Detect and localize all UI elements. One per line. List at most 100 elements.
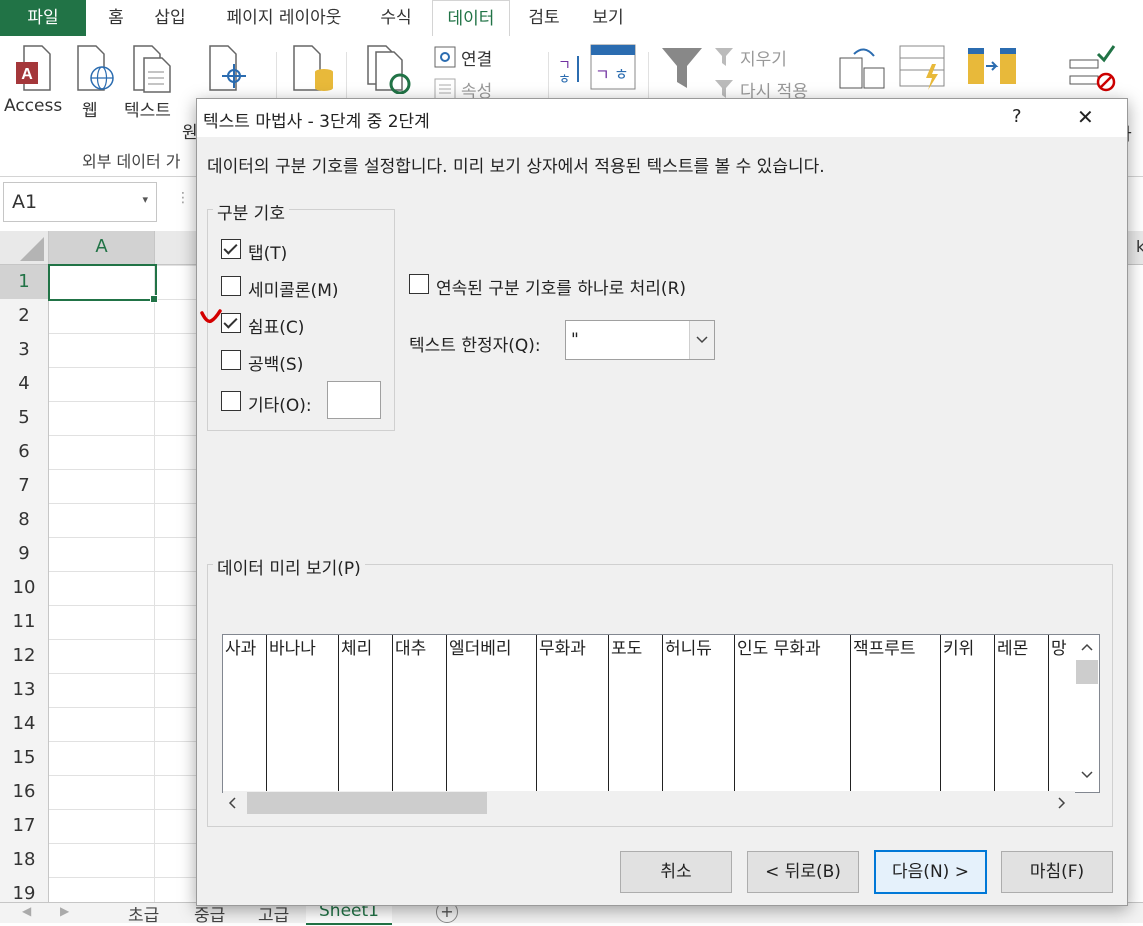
column-label: A xyxy=(95,236,108,257)
web-label[interactable]: 웹 xyxy=(82,96,98,121)
data-preview-label: 데이터 미리 보기(P) xyxy=(213,554,365,579)
web-icon[interactable] xyxy=(74,44,118,94)
existing-connections-icon[interactable] xyxy=(290,44,336,94)
scroll-left-icon[interactable]: ◀ xyxy=(22,904,31,918)
scroll-left-icon[interactable] xyxy=(223,791,243,815)
sort-az-icon[interactable]: ㄱ ㅎ xyxy=(556,52,584,86)
vertical-scrollbar[interactable] xyxy=(1075,635,1099,792)
filter-icon[interactable] xyxy=(660,44,704,94)
other-sources-icon[interactable] xyxy=(206,44,250,94)
sheet-tab-beginner[interactable]: 초급 xyxy=(128,901,159,926)
row-header[interactable]: 8 xyxy=(0,503,49,538)
vertical-scroll-thumb[interactable] xyxy=(1076,660,1098,684)
active-cell-a1[interactable] xyxy=(48,264,157,301)
dropdown-button[interactable] xyxy=(689,321,714,359)
row-header[interactable]: 9 xyxy=(0,537,49,572)
row-header[interactable]: 14 xyxy=(0,707,49,742)
dialog-titlebar: 텍스트 마법사 - 3단계 중 2단계 ? ✕ xyxy=(197,99,1127,137)
row-header[interactable]: 13 xyxy=(0,673,49,708)
text-qualifier-select[interactable]: " xyxy=(565,320,715,360)
row-header[interactable]: 18 xyxy=(0,843,49,878)
preview-column: 사과 xyxy=(223,635,267,792)
text-label[interactable]: 텍스트 xyxy=(124,96,171,121)
access-label[interactable]: Access xyxy=(4,96,62,116)
delimiters-group-label: 구분 기호 xyxy=(213,199,289,224)
tab-file[interactable]: 파일 xyxy=(0,0,86,36)
scroll-down-icon[interactable] xyxy=(1075,767,1099,783)
preview-column: 인도 무화과 xyxy=(735,635,851,792)
preview-column: 허니듀 xyxy=(663,635,735,792)
fill-handle[interactable] xyxy=(150,295,158,303)
row-header[interactable]: 17 xyxy=(0,809,49,844)
scroll-right-icon[interactable]: ▶ xyxy=(60,904,69,918)
row-header[interactable]: 2 xyxy=(0,299,49,334)
comma-checkbox[interactable] xyxy=(221,313,241,333)
semicolon-checkbox[interactable] xyxy=(221,276,241,296)
text-to-columns-icon[interactable] xyxy=(838,44,888,94)
tab-page-layout[interactable]: 페이지 레이아웃 xyxy=(214,0,354,36)
help-icon[interactable]: ? xyxy=(1012,106,1022,127)
text-qualifier-label: 텍스트 한정자(Q): xyxy=(409,336,541,356)
chevron-down-icon[interactable]: ▾ xyxy=(142,193,148,206)
row-header[interactable]: 16 xyxy=(0,775,49,810)
preview-column: 잭프루트 xyxy=(851,635,941,792)
reapply-icon[interactable] xyxy=(714,78,736,100)
finish-button[interactable]: 마침(F) xyxy=(1001,851,1113,893)
tab-home[interactable]: 홈 xyxy=(100,0,132,36)
close-icon[interactable]: ✕ xyxy=(1077,105,1094,129)
preview-column: 바나나 xyxy=(267,635,339,792)
row-header[interactable]: 11 xyxy=(0,605,49,640)
sort-icon[interactable]: ㄱ ㅎ xyxy=(590,44,636,90)
scroll-up-icon[interactable] xyxy=(1075,639,1099,655)
consecutive-delimiters-checkbox[interactable] xyxy=(409,274,429,294)
other-delimiter-input[interactable] xyxy=(327,381,381,419)
column-header-b[interactable] xyxy=(155,231,197,265)
tab-data[interactable]: 데이터 xyxy=(432,0,510,38)
row-header[interactable]: 4 xyxy=(0,367,49,402)
row-header[interactable]: 6 xyxy=(0,435,49,470)
cancel-button[interactable]: 취소 xyxy=(620,851,732,893)
text-file-icon[interactable] xyxy=(130,44,174,94)
flash-fill-icon[interactable] xyxy=(898,44,948,94)
row-header[interactable]: 5 xyxy=(0,401,49,436)
back-button[interactable]: < 뒤로(B) xyxy=(747,851,859,893)
remove-duplicates-icon[interactable] xyxy=(966,44,1020,94)
tab-checkbox[interactable] xyxy=(221,239,241,259)
horizontal-scroll-thumb[interactable] xyxy=(247,792,487,814)
row-header[interactable]: 7 xyxy=(0,469,49,504)
instruction-text: 데이터의 구분 기호를 설정합니다. 미리 보기 상자에서 적용된 텍스트를 볼… xyxy=(207,157,825,177)
column-header-a[interactable]: A xyxy=(49,231,155,266)
refresh-all-icon[interactable] xyxy=(364,44,414,94)
horizontal-scrollbar[interactable] xyxy=(223,791,1075,815)
connections-label[interactable]: 연결 xyxy=(461,45,492,70)
scroll-right-icon[interactable] xyxy=(1051,791,1071,815)
space-checkbox-label: 공백(S) xyxy=(248,355,304,375)
space-checkbox[interactable] xyxy=(221,350,241,370)
row-header[interactable]: 3 xyxy=(0,333,49,368)
svg-text:ㄱ: ㄱ xyxy=(595,65,610,84)
row-header[interactable]: 10 xyxy=(0,571,49,606)
tab-checkbox-label: 탭(T) xyxy=(248,244,288,264)
clear-filter-icon[interactable] xyxy=(714,46,736,68)
clear-label[interactable]: 지우기 xyxy=(740,45,787,70)
select-all-corner[interactable] xyxy=(0,231,49,265)
connections-icon[interactable] xyxy=(434,46,456,68)
other-checkbox[interactable] xyxy=(221,391,241,411)
row-header[interactable]: 1 xyxy=(0,265,50,300)
data-preview-box[interactable]: 사과 바나나 체리 대추 엘더베리 무화과 포도 허니듀 인도 무화과 잭프루트 키위 레몬 망 xyxy=(222,634,1100,793)
column-header-k[interactable]: k xyxy=(1126,231,1143,265)
row-header[interactable]: 15 xyxy=(0,741,49,776)
access-icon[interactable]: A xyxy=(14,44,56,94)
tab-formulas[interactable]: 수식 xyxy=(372,0,420,36)
svg-text:ㅎ: ㅎ xyxy=(558,72,571,86)
row-header[interactable]: 12 xyxy=(0,639,49,674)
tab-view[interactable]: 보기 xyxy=(586,0,630,36)
preview-column: 키위 xyxy=(941,635,995,792)
properties-icon[interactable] xyxy=(434,78,456,100)
next-button[interactable]: 다음(N) > xyxy=(874,850,987,894)
ribbon-tab-bar: 파일 홈 삽입 페이지 레이아웃 수식 데이터 검토 보기 xyxy=(0,0,1143,38)
data-validation-icon[interactable] xyxy=(1068,44,1118,94)
name-box[interactable]: A1 ▾ xyxy=(3,182,157,222)
tab-review[interactable]: 검토 xyxy=(522,0,566,36)
tab-insert[interactable]: 삽입 xyxy=(148,0,192,36)
